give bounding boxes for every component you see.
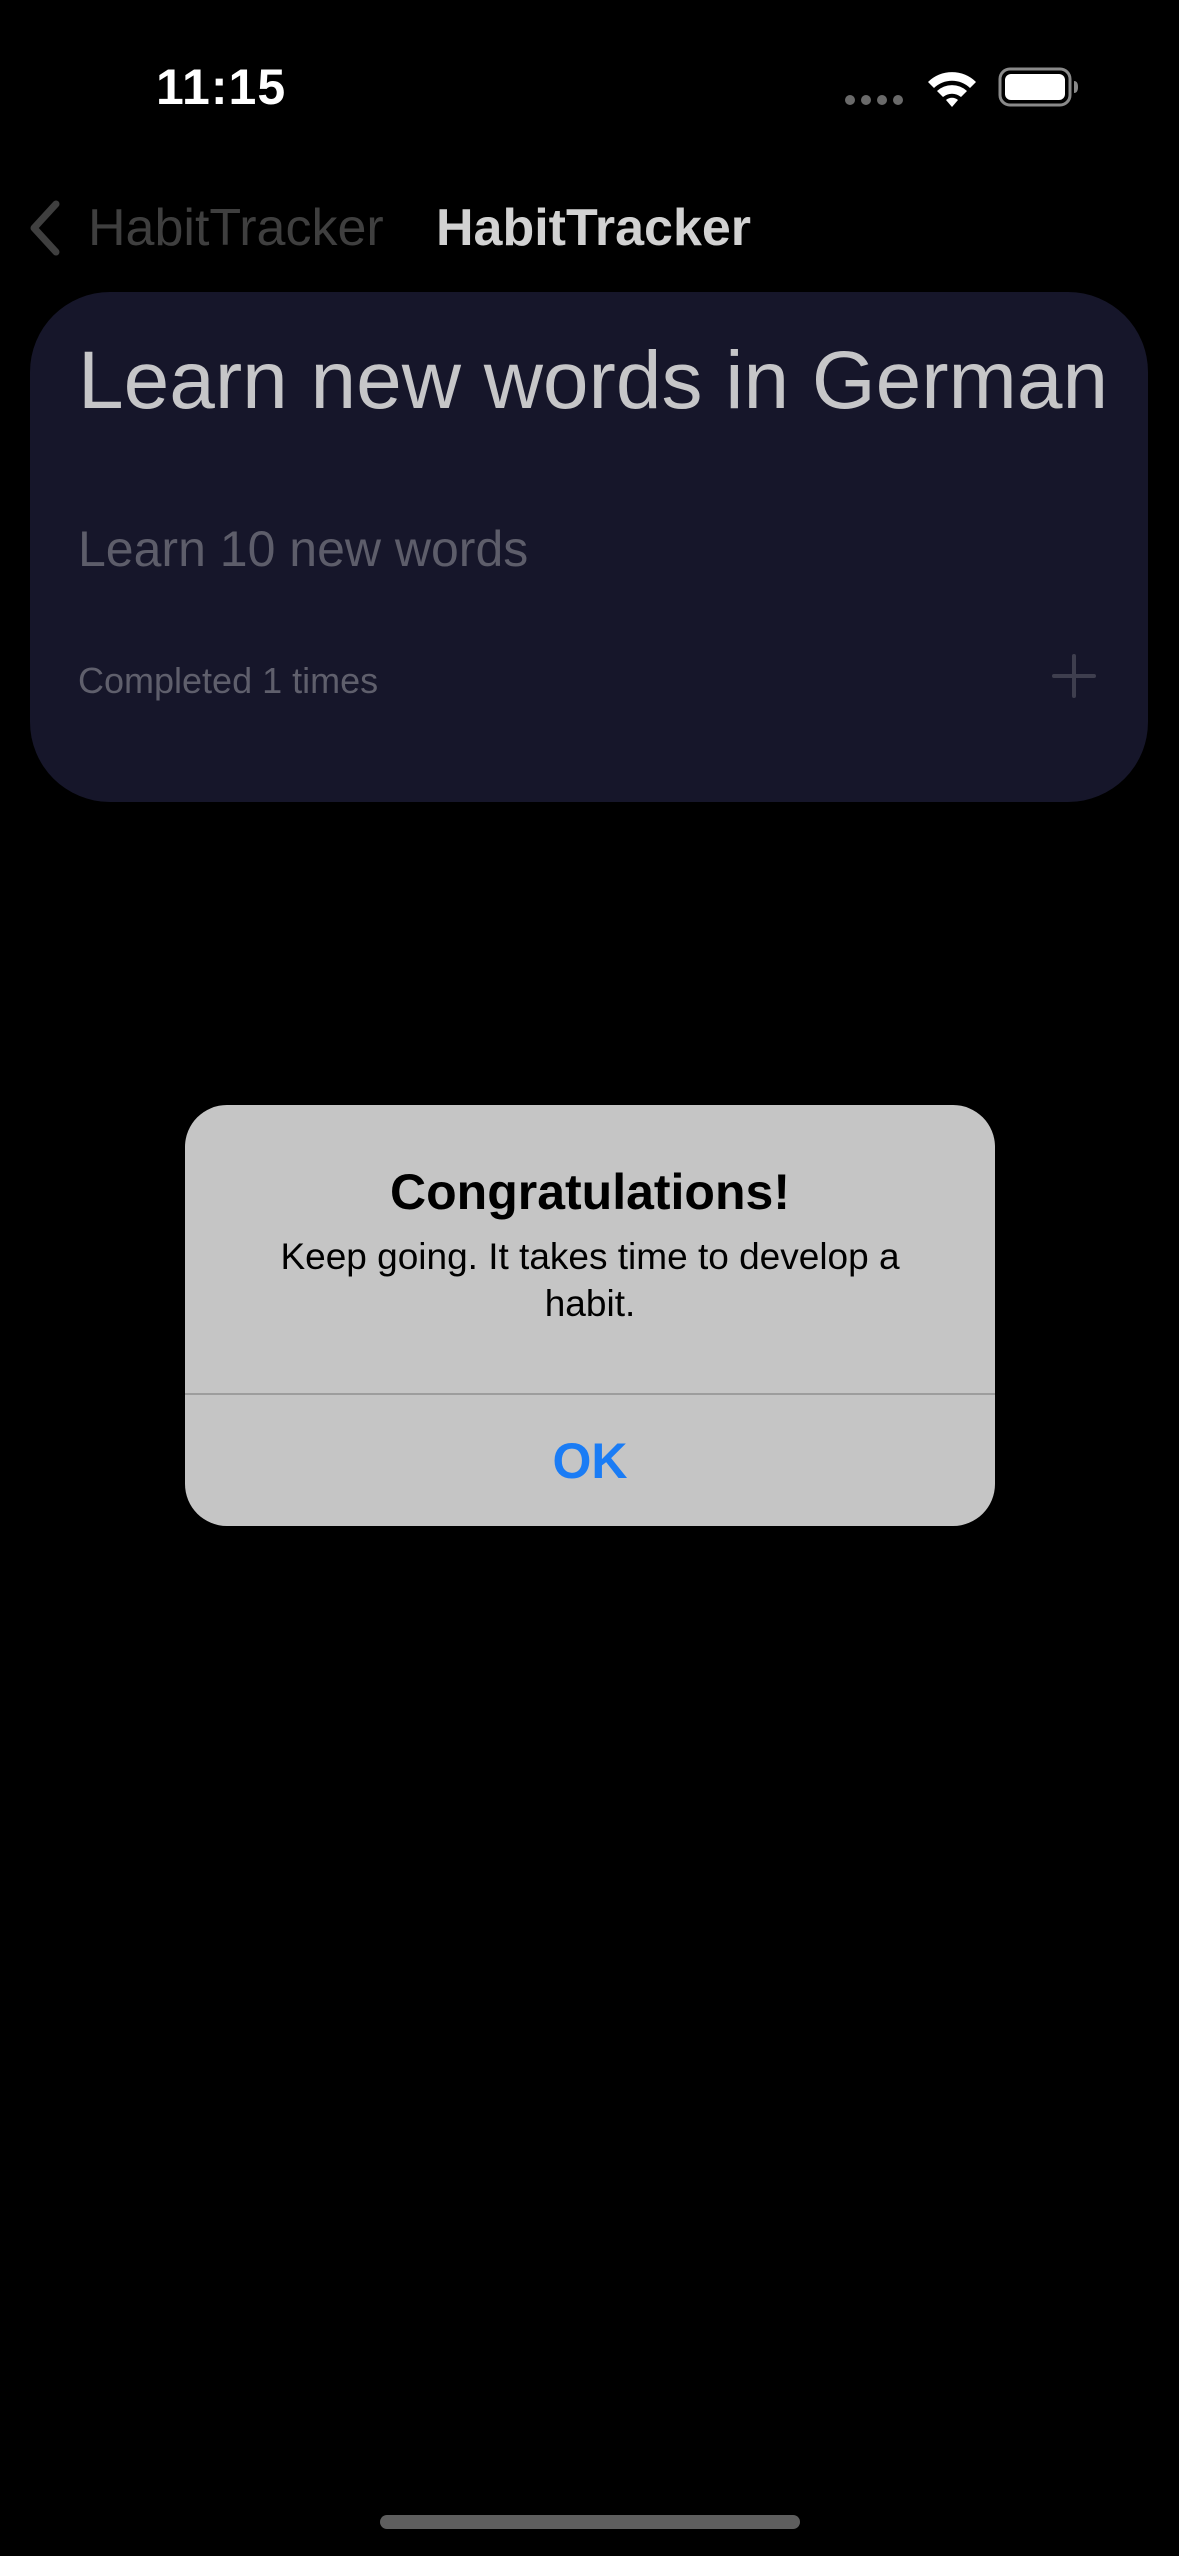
habit-title: Learn new words in German <box>78 335 1109 426</box>
alert-message: Keep going. It takes time to develop a h… <box>280 1236 900 1324</box>
status-time: 11:15 <box>156 59 287 115</box>
cellular-dots-icon <box>845 95 905 105</box>
alert-dialog: Congratulations! Keep going. It takes ti… <box>185 1105 995 1526</box>
wifi-icon <box>928 72 976 107</box>
habit-goal: Learn 10 new words <box>78 521 529 577</box>
back-button[interactable]: HabitTracker <box>24 196 384 260</box>
home-indicator[interactable] <box>380 2515 800 2529</box>
alert-title: Congratulations! <box>390 1164 790 1220</box>
plus-icon[interactable] <box>1050 652 1098 700</box>
page-title: HabitTracker <box>436 199 752 257</box>
habit-card[interactable]: Learn new words in German Learn 10 new w… <box>30 292 1148 802</box>
habit-completed-count: Completed 1 times <box>78 660 379 701</box>
battery-icon <box>998 67 1078 107</box>
back-button-label: HabitTracker <box>88 199 384 257</box>
ok-button[interactable]: OK <box>185 1395 995 1526</box>
chevron-left-icon <box>30 200 60 256</box>
